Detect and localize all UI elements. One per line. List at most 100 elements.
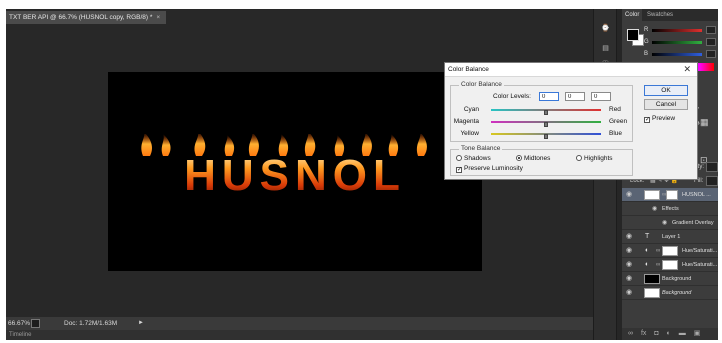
group-title: Color Balance xyxy=(459,81,504,88)
yellow-blue-level-input[interactable] xyxy=(591,92,611,101)
red-slider[interactable]: R xyxy=(644,26,716,35)
link-icon: ∞ xyxy=(656,262,661,268)
eye-icon[interactable]: ◉ xyxy=(626,230,632,244)
green-bar[interactable] xyxy=(652,41,702,44)
preserve-luminosity-checkbox[interactable]: ✓ Preserve Luminosity xyxy=(456,165,523,173)
zoom-level[interactable]: 66.67% xyxy=(8,317,30,330)
shadows-label: Shadows xyxy=(464,155,491,162)
fill-field[interactable] xyxy=(706,176,718,186)
layer-row[interactable]: ◉ T Layer 1 xyxy=(622,230,718,244)
cyan-red-level-input[interactable] xyxy=(539,92,559,101)
fx-icon[interactable]: fx xyxy=(641,330,646,337)
yellow-blue-slider-thumb[interactable] xyxy=(544,134,548,139)
navigator-icon[interactable] xyxy=(31,319,40,328)
layer-row[interactable]: ◉ Gradient Overlay xyxy=(622,216,718,230)
layer-row[interactable]: ◉ Effects xyxy=(622,202,718,216)
foreground-color-swatch[interactable] xyxy=(627,29,639,41)
layer-name: Hue/Saturati... xyxy=(682,248,718,254)
layer-name: Background xyxy=(662,290,692,296)
layer-name: Layer 1 xyxy=(662,234,681,240)
layer-name: Hue/Saturati... xyxy=(682,262,718,268)
flaming-text-artwork: HUSNOL xyxy=(141,134,455,194)
new-layer-icon[interactable]: ▣ xyxy=(694,330,701,337)
dialog-title-bar[interactable]: Color Balance xyxy=(445,63,697,77)
close-icon[interactable]: ✕ xyxy=(683,64,691,75)
document-tab[interactable]: TXT BER API @ 66.7% (HUSNOL copy, RGB/8)… xyxy=(6,11,167,24)
layer-row[interactable]: ◉ ◐ ∞ Hue/Saturati... xyxy=(622,258,718,272)
green-label: G xyxy=(644,39,649,45)
timeline-label: Timeline xyxy=(9,332,32,338)
adjustment-layer-icon: ◐ xyxy=(645,247,650,254)
radio-icon xyxy=(456,155,462,161)
status-bar: 66.67% Doc: 1.72M/1.63M ► xyxy=(6,317,593,330)
layer-name: Background xyxy=(662,276,692,282)
midtones-label: Midtones xyxy=(524,155,551,162)
link-layers-icon[interactable]: ∞ xyxy=(628,330,633,337)
red-label: R xyxy=(644,27,649,33)
color-levels-label: Color Levels: xyxy=(493,93,531,100)
layer-row[interactable]: ◉ ◐ ∞ Hue/Saturati... xyxy=(622,244,718,258)
layer-row[interactable]: ◉ Background xyxy=(622,286,718,300)
cyan-label: Cyan xyxy=(463,106,479,113)
doc-size: Doc: 1.72M/1.63M xyxy=(64,320,118,327)
blue-slider[interactable]: B xyxy=(644,50,716,59)
checkmark-icon: ✓ xyxy=(644,117,651,123)
dialog-title: Color Balance xyxy=(448,66,489,73)
red-value[interactable] xyxy=(706,26,716,34)
color-balance-dialog: Color Balance ✕ Color Balance Color Leve… xyxy=(444,62,698,180)
tab-swatches[interactable]: Swatches xyxy=(644,12,676,18)
new-adjustment-icon[interactable]: ◐ xyxy=(667,330,671,337)
properties-icon[interactable]: ▤ xyxy=(599,43,612,54)
status-menu-arrow-icon[interactable]: ► xyxy=(138,317,144,330)
green-slider[interactable]: G xyxy=(644,38,716,47)
document-tab-title: TXT BER API @ 66.7% (HUSNOL copy, RGB/8)… xyxy=(9,14,153,21)
cyan-red-slider-thumb[interactable] xyxy=(544,110,548,115)
close-icon[interactable]: × xyxy=(156,14,160,21)
green-value[interactable] xyxy=(706,38,716,46)
eye-icon[interactable]: ◉ xyxy=(626,244,632,258)
red-bar[interactable] xyxy=(652,29,702,32)
layer-thumbnail xyxy=(644,190,660,200)
photoshop-window: TXT BER API @ 66.7% (HUSNOL copy, RGB/8)… xyxy=(6,9,718,340)
highlights-radio[interactable]: Highlights xyxy=(576,155,613,162)
eye-icon[interactable]: ◉ xyxy=(626,286,632,300)
radio-icon xyxy=(576,155,582,161)
history-icon[interactable]: ⌚ xyxy=(599,23,612,34)
eye-icon[interactable]: ◉ xyxy=(662,216,667,230)
canvas[interactable]: HUSNOL xyxy=(108,72,482,271)
tone-balance-group: Tone Balance Shadows Midtones Highlights… xyxy=(450,145,633,176)
green-label: Green xyxy=(609,118,628,125)
layer-row[interactable]: ◉ ∞ HUSNOL ... xyxy=(622,188,718,202)
eye-icon[interactable]: ◉ xyxy=(626,258,632,272)
midtones-radio[interactable]: Midtones xyxy=(516,155,550,162)
eye-icon[interactable]: ◉ xyxy=(626,272,632,286)
layer-name: HUSNOL ... xyxy=(682,192,711,198)
preview-checkbox[interactable]: ✓ Preview xyxy=(644,115,675,123)
layer-mask-thumbnail xyxy=(662,246,678,256)
highlights-label: Highlights xyxy=(584,155,613,162)
blue-bar[interactable] xyxy=(652,53,702,56)
cancel-button[interactable]: Cancel xyxy=(644,99,688,110)
eye-icon[interactable]: ◉ xyxy=(626,188,632,202)
ok-button[interactable]: OK xyxy=(644,85,688,96)
magenta-green-level-input[interactable] xyxy=(565,92,585,101)
blue-value[interactable] xyxy=(706,50,716,58)
canvas-text: HUSNOL xyxy=(184,151,406,194)
tab-color[interactable]: Color xyxy=(622,9,643,21)
preview-label: Preview xyxy=(652,115,676,122)
levels-icon[interactable]: ▦ xyxy=(700,117,709,128)
layer-mask-thumbnail xyxy=(662,260,678,270)
color-balance-group: Color Balance Color Levels: Cyan Red Mag… xyxy=(450,81,633,142)
magenta-green-slider-thumb[interactable] xyxy=(544,122,548,127)
blue-label: Blue xyxy=(609,130,623,137)
timeline-bar[interactable]: Timeline xyxy=(6,330,593,340)
group-title: Tone Balance xyxy=(459,145,503,152)
opacity-field[interactable] xyxy=(706,162,718,172)
radio-selected-icon xyxy=(516,155,522,161)
shadows-radio[interactable]: Shadows xyxy=(456,155,491,162)
layers-list: ◉ ∞ HUSNOL ... ◉ Effects ◉ Gradient Over… xyxy=(622,188,718,300)
layer-row[interactable]: ◉ Background xyxy=(622,272,718,286)
eye-icon[interactable]: ◉ xyxy=(652,202,657,216)
new-group-icon[interactable]: ▬ xyxy=(679,330,686,337)
add-mask-icon[interactable]: ◘ xyxy=(654,330,658,337)
